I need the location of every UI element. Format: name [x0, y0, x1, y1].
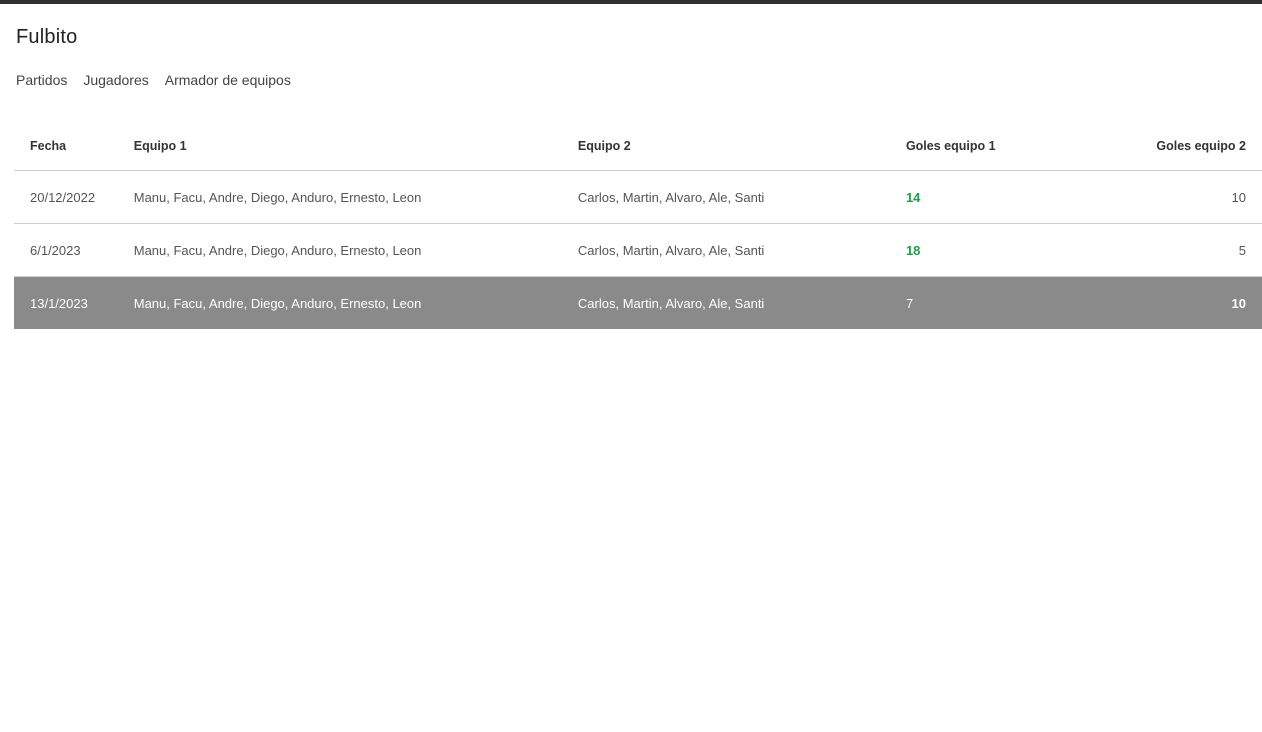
column-header-goles2: Goles equipo 2: [1106, 122, 1262, 171]
cell-equipo1: Manu, Facu, Andre, Diego, Anduro, Ernest…: [117, 276, 562, 329]
cell-fecha: 20/12/2022: [14, 170, 118, 224]
top-bar: [0, 0, 1262, 4]
column-header-goles1: Goles equipo 1: [889, 122, 1107, 171]
cell-fecha: 13/1/2023: [14, 276, 118, 329]
column-header-equipo1: Equipo 1: [117, 122, 562, 171]
matches-table: Fecha Equipo 1 Equipo 2 Goles equipo 1 G…: [14, 122, 1262, 329]
matches-table-container: Fecha Equipo 1 Equipo 2 Goles equipo 1 G…: [14, 122, 1262, 329]
column-header-fecha: Fecha: [14, 122, 118, 171]
cell-equipo1: Manu, Facu, Andre, Diego, Anduro, Ernest…: [117, 170, 562, 224]
cell-goles2: 10: [1106, 170, 1262, 224]
cell-equipo2: Carlos, Martin, Alvaro, Ale, Santi: [561, 276, 890, 329]
cell-goles1: 14: [889, 170, 1107, 224]
cell-equipo1: Manu, Facu, Andre, Diego, Anduro, Ernest…: [117, 223, 562, 277]
nav-item-partidos[interactable]: Partidos: [16, 72, 67, 88]
table-body: 20/12/2022 Manu, Facu, Andre, Diego, And…: [14, 170, 1262, 329]
cell-equipo2: Carlos, Martin, Alvaro, Ale, Santi: [561, 223, 890, 277]
cell-goles2: 10: [1106, 276, 1262, 329]
nav-item-jugadores[interactable]: Jugadores: [83, 72, 148, 88]
cell-goles2: 5: [1106, 223, 1262, 277]
cell-goles1: 7: [889, 276, 1107, 329]
table-header: Fecha Equipo 1 Equipo 2 Goles equipo 1 G…: [14, 122, 1262, 171]
table-row[interactable]: 6/1/2023 Manu, Facu, Andre, Diego, Andur…: [14, 223, 1262, 277]
nav-item-armador-de-equipos[interactable]: Armador de equipos: [165, 72, 291, 88]
main-nav: Partidos Jugadores Armador de equipos: [16, 72, 291, 88]
column-header-equipo2: Equipo 2: [561, 122, 890, 171]
app-title: Fulbito: [16, 26, 78, 48]
cell-goles1: 18: [889, 223, 1107, 277]
cell-equipo2: Carlos, Martin, Alvaro, Ale, Santi: [561, 170, 890, 224]
table-row[interactable]: 20/12/2022 Manu, Facu, Andre, Diego, And…: [14, 170, 1262, 224]
cell-fecha: 6/1/2023: [14, 223, 118, 277]
table-header-row: Fecha Equipo 1 Equipo 2 Goles equipo 1 G…: [14, 122, 1262, 171]
table-row-highlighted[interactable]: 13/1/2023 Manu, Facu, Andre, Diego, Andu…: [14, 276, 1262, 329]
